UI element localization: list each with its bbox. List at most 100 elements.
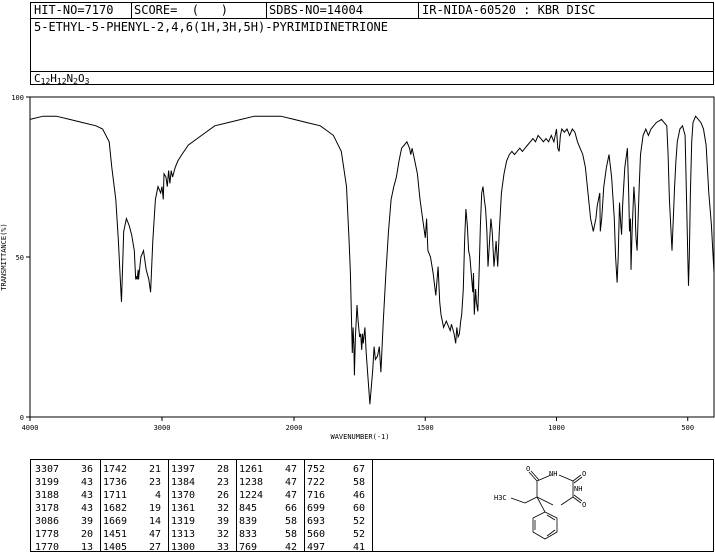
- peak-wavenumber: 722: [307, 477, 326, 488]
- peak-row: 699 60: [307, 502, 375, 515]
- peak-wavenumber: 497: [307, 542, 326, 553]
- peak-wavenumber: 3086: [35, 516, 60, 527]
- peak-row: 1682 19: [103, 502, 171, 515]
- peak-wavenumber: 769: [239, 542, 258, 553]
- peak-transmittance: 23: [216, 477, 229, 488]
- peak-row: 1770 13: [35, 541, 103, 554]
- peak-wavenumber: 1361: [171, 503, 196, 514]
- peak-transmittance: 58: [284, 516, 297, 527]
- peak-transmittance: 14: [148, 516, 161, 527]
- peak-transmittance: 42: [284, 542, 297, 553]
- peak-wavenumber: 1384: [171, 477, 196, 488]
- nh-label: NH: [549, 470, 557, 478]
- peak-wavenumber: 1370: [171, 490, 196, 501]
- y-axis: 100 50 0: [11, 94, 30, 422]
- table-divider: [372, 460, 373, 551]
- peak-row: 1405 27: [103, 541, 171, 554]
- ethyl-label: H3C: [494, 494, 507, 502]
- peak-transmittance: 43: [80, 503, 93, 514]
- peak-row: 722 58: [307, 476, 375, 489]
- peak-transmittance: 47: [284, 477, 297, 488]
- y-tick-label: 50: [16, 254, 24, 262]
- molecule-structure: O NH O NH O H3C: [494, 465, 586, 540]
- peak-transmittance: 60: [352, 503, 365, 514]
- peak-wavenumber: 839: [239, 516, 258, 527]
- peak-transmittance: 32: [216, 503, 229, 514]
- peak-transmittance: 20: [80, 529, 93, 540]
- peak-column: 1261 47 1238 47 1224 47 845 66 839 58 833 58 769 42: [239, 463, 307, 554]
- oxygen-label: O: [526, 465, 530, 473]
- x-axis-label: WAVENUMBER(-1): [330, 433, 389, 441]
- peak-row: 1238 47: [239, 476, 307, 489]
- x-tick-label: 2000: [286, 424, 303, 432]
- x-tick-label: 1500: [417, 424, 434, 432]
- peak-row: 1224 47: [239, 489, 307, 502]
- peak-row: 839 58: [239, 515, 307, 528]
- peak-row: 1742 21: [103, 463, 171, 476]
- oxygen-label: O: [582, 470, 586, 478]
- peak-row: 497 41: [307, 541, 375, 554]
- y-tick-label: 0: [20, 414, 24, 422]
- peak-wavenumber: 693: [307, 516, 326, 527]
- peak-row: 1361 32: [171, 502, 239, 515]
- table-divider: [236, 460, 237, 551]
- peak-row: 845 66: [239, 502, 307, 515]
- peak-wavenumber: 1711: [103, 490, 128, 501]
- peak-wavenumber: 833: [239, 529, 258, 540]
- peak-wavenumber: 3178: [35, 503, 60, 514]
- peak-transmittance: 47: [284, 464, 297, 475]
- peak-transmittance: 23: [148, 477, 161, 488]
- oxygen-label: O: [582, 501, 586, 509]
- peak-transmittance: 33: [216, 542, 229, 553]
- x-axis: 4000 3000 2000 1500 1000 500: [22, 417, 694, 432]
- y-tick-label: 100: [11, 94, 24, 102]
- peak-transmittance: 21: [148, 464, 161, 475]
- peak-column: 1397 28 1384 23 1370 26 1361 32 1319 39 1313 32 1300…: [171, 463, 239, 554]
- peak-wavenumber: 716: [307, 490, 326, 501]
- peak-wavenumber: 560: [307, 529, 326, 540]
- peak-wavenumber: 1313: [171, 529, 196, 540]
- peak-transmittance: 28: [216, 464, 229, 475]
- peak-transmittance: 39: [80, 516, 93, 527]
- table-divider: [304, 460, 305, 551]
- peak-row: 716 46: [307, 489, 375, 502]
- peak-transmittance: 32: [216, 529, 229, 540]
- peak-row: 833 58: [239, 528, 307, 541]
- peak-row: 693 52: [307, 515, 375, 528]
- peak-row: 1451 47: [103, 528, 171, 541]
- peak-row: 560 52: [307, 528, 375, 541]
- peak-row: 3188 43: [35, 489, 103, 502]
- peak-transmittance: 58: [352, 477, 365, 488]
- peak-transmittance: 43: [80, 490, 93, 501]
- peak-row: 1261 47: [239, 463, 307, 476]
- peak-row: 3086 39: [35, 515, 103, 528]
- table-divider: [168, 460, 169, 551]
- plot-frame: [29, 96, 715, 418]
- peak-transmittance: 66: [284, 503, 297, 514]
- peak-wavenumber: 1405: [103, 542, 128, 553]
- peak-wavenumber: 1261: [239, 464, 264, 475]
- peak-row: 1778 20: [35, 528, 103, 541]
- peak-row: 1313 32: [171, 528, 239, 541]
- peak-transmittance: 39: [216, 516, 229, 527]
- peak-wavenumber: 1397: [171, 464, 196, 475]
- peak-transmittance: 47: [148, 529, 161, 540]
- peak-transmittance: 43: [80, 477, 93, 488]
- peak-wavenumber: 1669: [103, 516, 128, 527]
- peak-wavenumber: 1742: [103, 464, 128, 475]
- peak-row: 1669 14: [103, 515, 171, 528]
- peak-row: 752 67: [307, 463, 375, 476]
- peak-wavenumber: 1682: [103, 503, 128, 514]
- nh-label: NH: [574, 485, 582, 493]
- peak-transmittance: 13: [80, 542, 93, 553]
- peak-row: 1397 28: [171, 463, 239, 476]
- peak-row: 1319 39: [171, 515, 239, 528]
- peak-transmittance: 46: [352, 490, 365, 501]
- peak-wavenumber: 752: [307, 464, 326, 475]
- peak-row: 1384 23: [171, 476, 239, 489]
- ir-spectrum-chart: 4000 3000 2000 1500 1000 500 100500 WAVENUMBE…: [0, 94, 715, 441]
- peak-wavenumber: 1778: [35, 529, 60, 540]
- x-tick-label: 1000: [548, 424, 565, 432]
- peak-wavenumber: 3307: [35, 464, 60, 475]
- peak-transmittance: 67: [352, 464, 365, 475]
